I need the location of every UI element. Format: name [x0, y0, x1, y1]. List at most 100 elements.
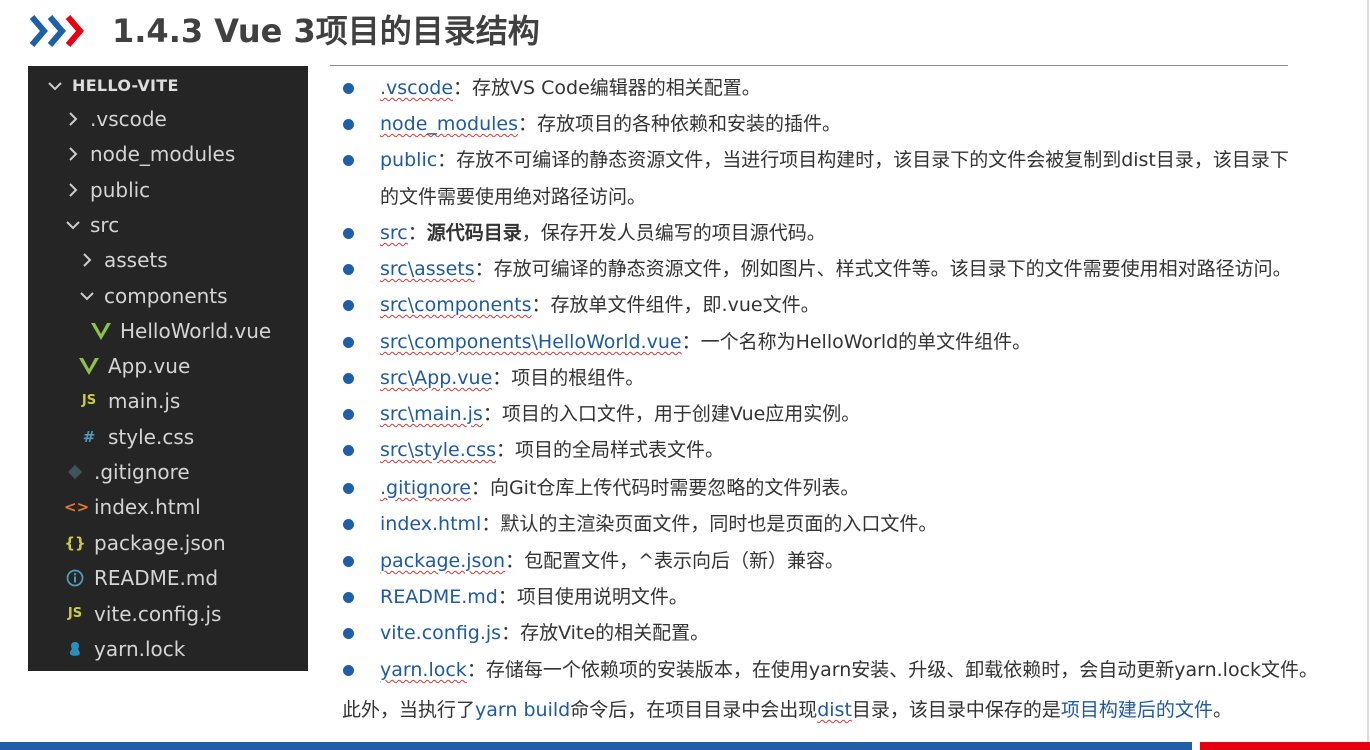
list-item-name: public — [380, 149, 438, 171]
info-icon — [64, 569, 86, 587]
tree-item[interactable]: node_modules — [28, 136, 344, 171]
tree-item-label: components — [104, 283, 228, 308]
bullet-icon — [343, 628, 354, 639]
list-item-separator: ： — [496, 439, 516, 461]
list-item: src\style.css：项目的全局样式表文件。 — [380, 432, 724, 468]
vue-icon — [90, 322, 112, 340]
tree-item[interactable]: <> index.html — [28, 489, 344, 524]
list-item-name: src\App.vue — [380, 367, 493, 389]
tree-item-label: .gitignore — [94, 459, 190, 484]
tree-item-label: style.css — [108, 424, 195, 449]
list-item-description: ，保存开发人员编写的项目源代码。 — [521, 222, 826, 244]
tree-item-label: .vscode — [90, 106, 167, 131]
tree-item[interactable]: .gitignore — [28, 454, 344, 489]
list-item-description: 项目的全局样式表文件。 — [515, 439, 725, 461]
list-item-description: 存储每一个依赖项的安装版本，在使用yarn安装、升级、卸载依赖时，会自动更新ya… — [485, 659, 1319, 681]
list-item-separator: ： — [466, 659, 486, 681]
js-icon: JS — [81, 393, 97, 408]
list-item-name: vite.config.js — [380, 622, 502, 644]
tree-item[interactable]: README.md — [28, 560, 344, 595]
list-item: node_modules：存放项目的各种依赖和安装的插件。 — [380, 106, 841, 142]
list-item-description: 项目的根组件。 — [511, 367, 645, 389]
summary-paragraph: 此外，当执行了yarn build命令后，在项目目录中会出现dist目录，该目录… — [342, 692, 1232, 728]
chevron-right-icon — [64, 181, 82, 199]
list-item-separator: ： — [681, 331, 701, 353]
list-item-emphasis: 源代码目录 — [426, 222, 522, 244]
list-item-description: 默认的主渲染页面文件，同时也是页面的入口文件。 — [500, 513, 938, 535]
bullet-icon — [343, 519, 354, 530]
tree-item[interactable]: assets — [28, 242, 358, 277]
list-item-separator: ： — [505, 550, 525, 572]
tree-item[interactable]: {} package.json — [28, 525, 344, 560]
tree-item[interactable]: # style.css — [28, 419, 358, 454]
list-item-separator: ： — [474, 258, 494, 280]
js-icon: JS — [67, 606, 83, 621]
list-item-name: yarn.lock — [380, 659, 467, 681]
tree-item[interactable]: public — [28, 172, 344, 207]
chevron-down-icon — [46, 77, 64, 95]
bullet-icon — [343, 556, 354, 567]
tree-item[interactable]: src — [28, 207, 344, 242]
summary-text: 。 — [1212, 699, 1232, 721]
tree-item-label: main.js — [108, 388, 181, 413]
chevron-right-icon — [64, 145, 82, 163]
tree-item[interactable]: JS vite.config.js — [28, 596, 344, 631]
explorer-root[interactable]: HELLO-VITE — [28, 68, 326, 103]
list-item-name: src\style.css — [380, 439, 496, 461]
chevron-right-icon — [78, 251, 96, 269]
tree-item-label: yarn.lock — [94, 636, 186, 661]
list-item-description: 存放项目的各种依赖和安装的插件。 — [537, 113, 842, 135]
tree-item[interactable]: components — [28, 278, 358, 313]
list-item-separator: ： — [470, 477, 490, 499]
bullet-icon — [343, 119, 354, 130]
chevron-down-icon — [64, 216, 82, 234]
list-item: src\components：存放单文件组件，即.vue文件。 — [380, 287, 820, 323]
list-item-separator: ： — [453, 77, 473, 99]
list-item-name: README.md — [380, 586, 498, 608]
list-item: src\main.js：项目的入口文件，用于创建Vue应用实例。 — [380, 396, 860, 432]
list-item: .gitignore：向Git仓库上传代码时需要忽略的文件列表。 — [380, 470, 859, 506]
summary-link: 项目构建后的文件 — [1060, 699, 1213, 721]
explorer-root-label: HELLO-VITE — [72, 76, 179, 95]
html-icon: <> — [64, 497, 90, 516]
tree-item[interactable]: .vscode — [28, 101, 344, 136]
list-item-name: src\assets — [380, 258, 475, 280]
list-item: src\components\HelloWorld.vue：一个名称为Hello… — [380, 324, 1031, 360]
list-item: README.md：项目使用说明文件。 — [380, 579, 688, 615]
list-item: src\App.vue：项目的根组件。 — [380, 360, 644, 396]
bullet-icon — [343, 592, 354, 603]
tree-item[interactable]: HelloWorld.vue — [28, 313, 370, 348]
list-item-separator: ： — [482, 403, 502, 425]
summary-text: 此外，当执行了 — [342, 699, 476, 721]
list-item-name: .gitignore — [380, 477, 471, 499]
file-explorer-panel: HELLO-VITE .vscode node_modules public src a… — [28, 66, 308, 671]
tree-item-label: index.html — [94, 494, 201, 519]
chevron-down-icon — [78, 287, 96, 305]
css-icon: # — [82, 427, 96, 446]
list-item-description: 存放不可编译的静态资源文件，当进行项目构建时，该目录下的文件会被复制到dist目… — [456, 149, 1289, 171]
tree-item[interactable]: App.vue — [28, 348, 358, 383]
tree-item[interactable]: yarn.lock — [28, 631, 344, 666]
list-item-description: 向Git仓库上传代码时需要忽略的文件列表。 — [489, 477, 860, 499]
tree-item-label: public — [90, 177, 151, 202]
list-item-separator: ： — [492, 367, 512, 389]
bullet-icon — [343, 337, 354, 348]
list-item-name: src\components\HelloWorld.vue — [380, 331, 682, 353]
bullet-icon — [343, 155, 354, 166]
list-item-description: 项目的入口文件，用于创建Vue应用实例。 — [501, 403, 861, 425]
list-item-description: 存放单文件组件，即.vue文件。 — [550, 294, 820, 316]
bullet-icon — [343, 483, 354, 494]
git-icon — [64, 464, 86, 480]
bullet-icon — [343, 264, 354, 275]
chevron-right-icon — [64, 110, 82, 128]
list-item-description: 项目使用说明文件。 — [516, 586, 688, 608]
tree-item[interactable]: JS main.js — [28, 383, 358, 418]
summary-text: 命令后，在项目目录中会出现 — [570, 699, 818, 721]
list-item-name: src\components — [380, 294, 532, 316]
tree-item-label: assets — [104, 247, 168, 272]
yarn-icon — [64, 640, 86, 658]
tree-item-label: package.json — [94, 530, 226, 555]
list-item-name: package.json — [380, 550, 506, 572]
header-divider — [330, 65, 1288, 66]
tree-item-label: README.md — [94, 565, 219, 590]
